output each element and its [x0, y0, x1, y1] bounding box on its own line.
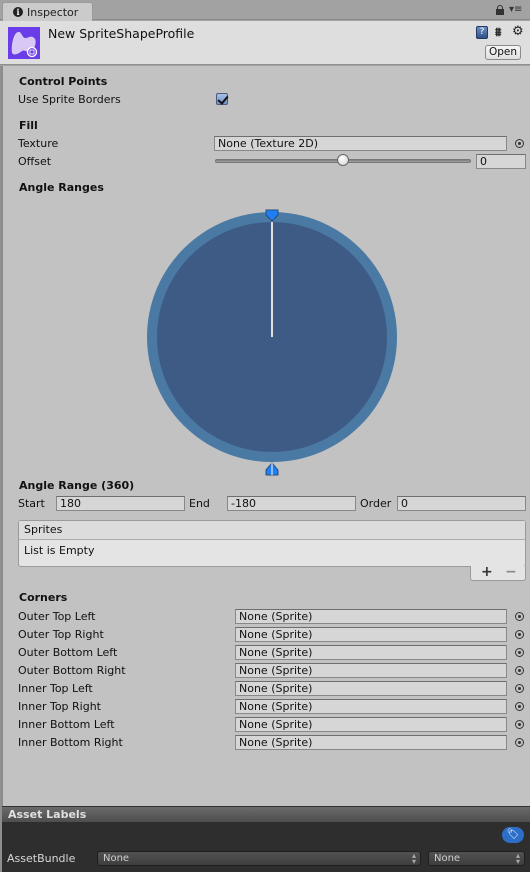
texture-picker-icon[interactable] — [515, 139, 524, 148]
corner-sprite-field[interactable]: None (Sprite) — [235, 645, 507, 660]
corner-label: Outer Top Left — [18, 610, 96, 623]
corner-sprite-field[interactable]: None (Sprite) — [235, 699, 507, 714]
sprites-list-footer: + − — [470, 564, 526, 581]
offset-field[interactable]: 0 — [476, 154, 526, 169]
corner-label: Outer Bottom Left — [18, 646, 118, 659]
corner-sprite-field[interactable]: None (Sprite) — [235, 735, 507, 750]
use-sprite-borders-label: Use Sprite Borders — [18, 93, 121, 106]
corner-sprite-field[interactable]: None (Sprite) — [235, 609, 507, 624]
corner-sprite-field[interactable]: None (Sprite) — [235, 717, 507, 732]
tab-inspector[interactable]: i Inspector — [2, 2, 93, 21]
corner-label: Inner Bottom Right — [18, 736, 123, 749]
updown-arrows-icon: ▴ ▾ — [515, 851, 520, 866]
corner-label: Inner Bottom Left — [18, 718, 115, 731]
angle-range-title: Angle Range (360) — [19, 479, 135, 492]
asset-labels-panel: 🏷 AssetBundle None ▴ ▾ None ▴ ▾ — [2, 822, 530, 872]
order-label: Order — [360, 497, 392, 510]
section-angle-ranges: Angle Ranges — [19, 181, 104, 194]
section-fill: Fill — [19, 119, 38, 132]
inspector-header: New SpriteShapeProfile ? ⩩ ⚙ Open — [0, 21, 530, 65]
asset-labels-header[interactable]: Asset Labels — [2, 806, 530, 822]
updown-arrows-icon: ▴ ▾ — [411, 851, 416, 866]
order-field[interactable]: 0 — [397, 496, 526, 511]
corner-label: Outer Bottom Right — [18, 664, 126, 677]
corner-label: Inner Top Left — [18, 682, 93, 695]
section-corners: Corners — [19, 591, 68, 604]
tag-icon[interactable]: 🏷 — [502, 827, 524, 843]
corner-sprite-field[interactable]: None (Sprite) — [235, 681, 507, 696]
sprites-list: Sprites List is Empty — [18, 520, 526, 567]
sprite-picker-icon[interactable] — [515, 612, 524, 621]
asset-bundle-name-dropdown[interactable]: None ▴ ▾ — [97, 851, 421, 866]
sprite-shape-profile-icon — [8, 27, 40, 59]
remove-sprite-button[interactable]: − — [505, 564, 517, 580]
info-icon: i — [13, 7, 23, 17]
texture-label: Texture — [18, 137, 59, 150]
sprite-picker-icon[interactable] — [515, 702, 524, 711]
menu-icon[interactable]: ▾≡ — [509, 5, 522, 15]
sprite-picker-icon[interactable] — [515, 648, 524, 657]
asset-bundle-name-value: None — [103, 853, 130, 864]
sprite-picker-icon[interactable] — [515, 666, 524, 675]
texture-field[interactable]: None (Texture 2D) — [214, 136, 507, 151]
start-label: Start — [18, 497, 45, 510]
sprite-picker-icon[interactable] — [515, 684, 524, 693]
asset-bundle-variant-dropdown[interactable]: None ▴ ▾ — [428, 851, 525, 866]
end-label: End — [189, 497, 210, 510]
corner-sprite-field[interactable]: None (Sprite) — [235, 627, 507, 642]
use-sprite-borders-checkbox[interactable] — [216, 93, 228, 105]
asset-title: New SpriteShapeProfile — [48, 26, 195, 41]
offset-slider-thumb[interactable] — [337, 154, 349, 166]
section-control-points: Control Points — [19, 75, 108, 88]
sprites-empty-text: List is Empty — [24, 544, 95, 557]
inspector-content: Control Points Use Sprite Borders Fill T… — [2, 66, 530, 806]
asset-bundle-variant-value: None — [434, 853, 461, 864]
end-field[interactable]: -180 — [227, 496, 356, 511]
corner-label: Inner Top Right — [18, 700, 101, 713]
sprite-picker-icon[interactable] — [515, 720, 524, 729]
lock-icon[interactable] — [496, 5, 504, 15]
sprite-picker-icon[interactable] — [515, 738, 524, 747]
corner-sprite-field[interactable]: None (Sprite) — [235, 663, 507, 678]
preset-icon[interactable]: ⩩ — [495, 25, 501, 40]
offset-label: Offset — [18, 155, 52, 168]
inspector-tabbar: i Inspector ▾≡ — [0, 0, 530, 21]
start-field[interactable]: 180 — [56, 496, 185, 511]
add-sprite-button[interactable]: + — [481, 564, 493, 580]
open-button[interactable]: Open — [485, 45, 521, 60]
tab-label: Inspector — [27, 5, 79, 19]
sprite-picker-icon[interactable] — [515, 630, 524, 639]
corner-label: Outer Top Right — [18, 628, 104, 641]
asset-bundle-label: AssetBundle — [7, 852, 76, 865]
gear-icon[interactable]: ⚙ — [512, 24, 524, 39]
angle-range-wheel[interactable] — [146, 206, 400, 476]
sprites-list-header: Sprites — [19, 521, 525, 540]
help-icon[interactable]: ? — [476, 26, 488, 39]
